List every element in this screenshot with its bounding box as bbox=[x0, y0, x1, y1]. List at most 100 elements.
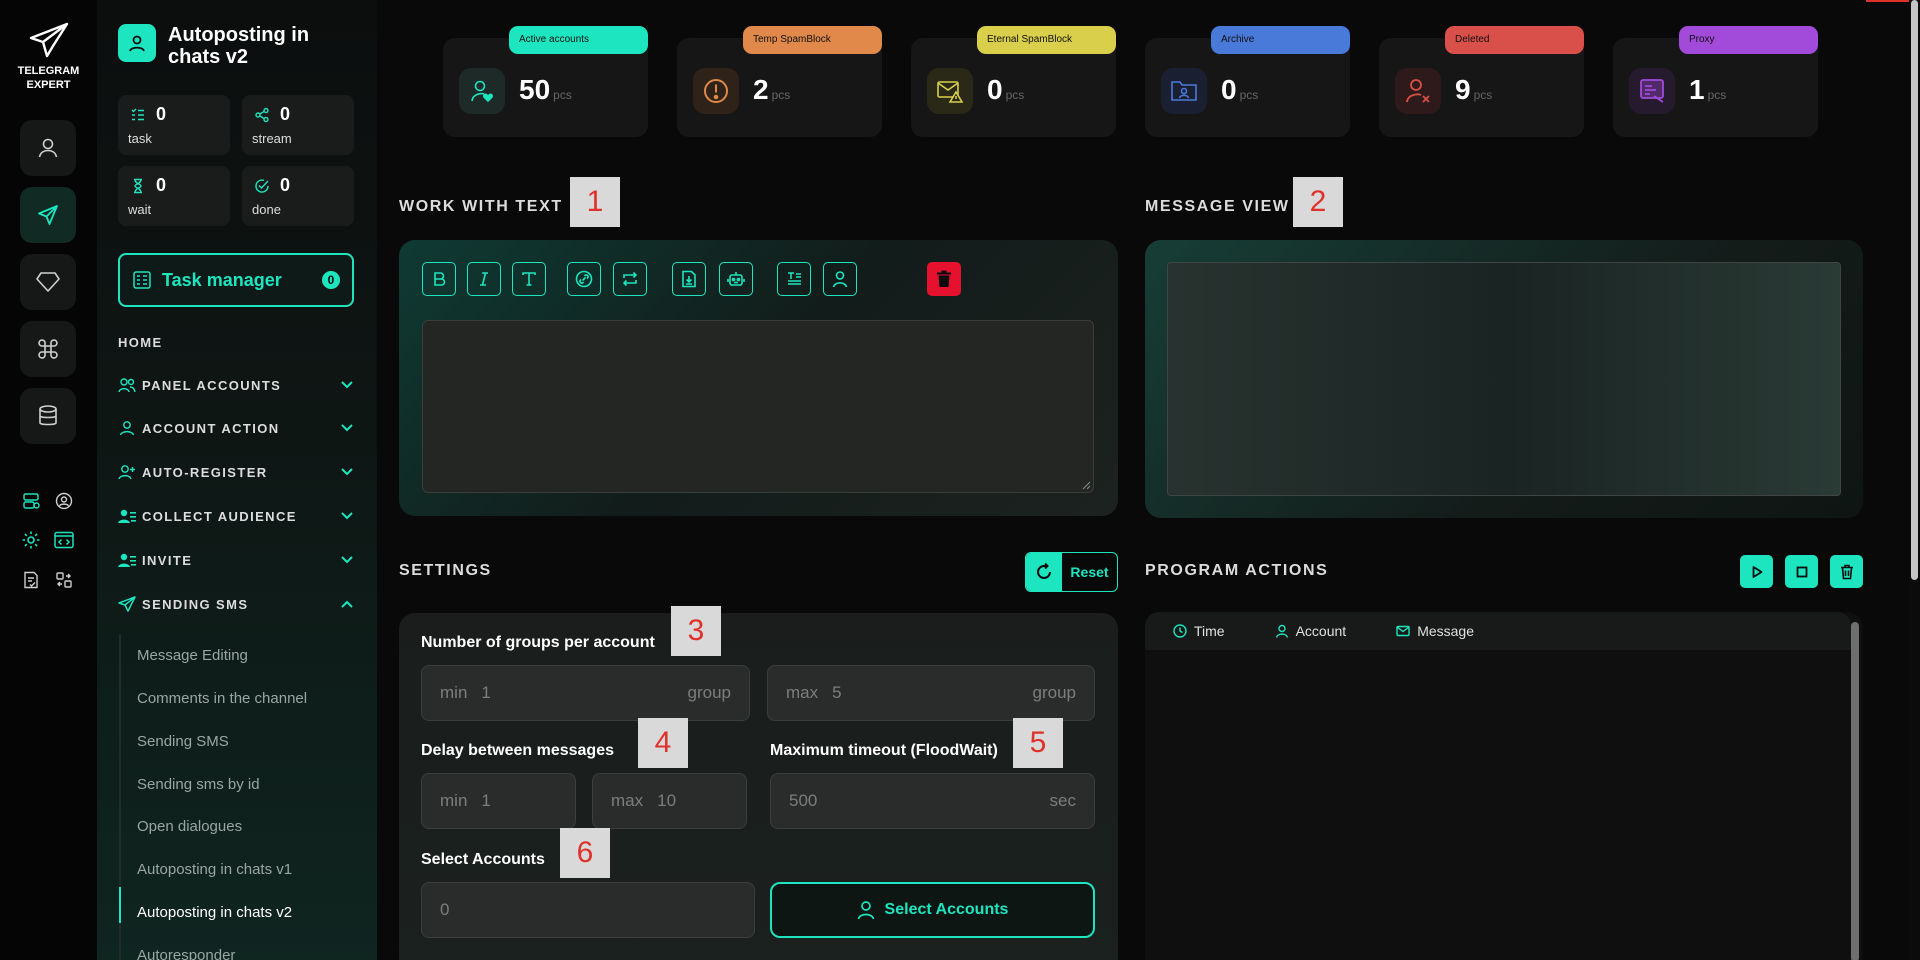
nav-home[interactable]: HOME bbox=[118, 335, 163, 350]
sub-sending-sms-by-id[interactable]: Sending sms by id bbox=[137, 776, 260, 793]
card-deleted-value: 9 pcs bbox=[1455, 74, 1493, 105]
code-window-icon[interactable] bbox=[54, 530, 74, 550]
italic-button[interactable] bbox=[467, 262, 501, 296]
text-style-button[interactable] bbox=[512, 262, 546, 296]
accounts-count-input[interactable]: 0 bbox=[421, 882, 755, 938]
chevron-down-icon bbox=[341, 381, 353, 389]
sub-comments-channel[interactable]: Comments in the channel bbox=[137, 690, 307, 707]
delay-min-value: 1 bbox=[481, 791, 491, 810]
chevron-down-icon bbox=[341, 512, 353, 520]
timeout-input[interactable]: 500 sec bbox=[770, 773, 1095, 829]
stat-task-value: 0 bbox=[156, 104, 167, 124]
chevron-down-icon bbox=[341, 468, 353, 476]
delay-label: Delay between messages bbox=[421, 742, 614, 759]
select-accounts-label: Select Accounts bbox=[421, 851, 545, 868]
page-scrollbar-thumb[interactable] bbox=[1911, 0, 1918, 580]
nav-collect-audience[interactable]: COLLECT AUDIENCE bbox=[118, 506, 354, 526]
program-actions-log: Time Account Message bbox=[1145, 612, 1863, 960]
stop-button[interactable] bbox=[1785, 555, 1818, 588]
groups-min-input[interactable]: min 1 group bbox=[421, 665, 750, 721]
nav-auto-register[interactable]: AUTO-REGISTER bbox=[118, 462, 354, 482]
diamond-icon bbox=[36, 272, 60, 292]
log-column-time[interactable]: Time bbox=[1173, 623, 1225, 639]
server-icon[interactable] bbox=[21, 491, 41, 511]
delay-min-input[interactable]: min 1 bbox=[421, 773, 576, 829]
bold-button[interactable] bbox=[422, 262, 456, 296]
rail-premium-button[interactable] bbox=[20, 254, 76, 310]
resize-handle-icon[interactable] bbox=[1081, 480, 1091, 490]
user-circle-icon[interactable] bbox=[54, 491, 74, 511]
proxy-icon bbox=[1629, 68, 1675, 114]
select-accounts-button[interactable]: Select Accounts bbox=[770, 882, 1095, 938]
sub-sending-sms[interactable]: Sending SMS bbox=[137, 733, 229, 750]
send-icon bbox=[118, 596, 136, 612]
file-import-icon bbox=[682, 270, 696, 288]
rail-database-button[interactable] bbox=[20, 388, 76, 444]
delay-max-prefix: max bbox=[611, 791, 644, 810]
card-active-accounts[interactable]: Active accounts 50 pcs bbox=[443, 26, 648, 137]
clear-log-button[interactable] bbox=[1830, 555, 1863, 588]
sub-message-editing[interactable]: Message Editing bbox=[137, 647, 248, 664]
nav-auto-register-label: AUTO-REGISTER bbox=[142, 464, 268, 480]
sub-open-dialogues[interactable]: Open dialogues bbox=[137, 818, 242, 835]
stat-done-value: 0 bbox=[280, 175, 291, 195]
card-deleted-tag: Deleted bbox=[1445, 26, 1584, 54]
accounts-count-value: 0 bbox=[440, 900, 450, 919]
link-button[interactable] bbox=[567, 262, 601, 296]
card-archive[interactable]: Archive 0 pcs bbox=[1145, 26, 1350, 137]
ai-button[interactable] bbox=[719, 262, 753, 296]
user-x-icon bbox=[1395, 68, 1441, 114]
timeout-value: 500 bbox=[789, 791, 818, 810]
swap-icon[interactable] bbox=[54, 570, 74, 590]
reset-button[interactable]: Reset bbox=[1025, 552, 1118, 592]
message-view-panel bbox=[1145, 240, 1863, 518]
user-icon bbox=[38, 138, 58, 158]
task-manager-button[interactable]: Task manager 0 bbox=[118, 253, 354, 307]
nav-sending-sms[interactable]: SENDING SMS bbox=[118, 594, 354, 614]
rail-commands-button[interactable] bbox=[20, 321, 76, 377]
log-column-message[interactable]: Message bbox=[1396, 623, 1474, 639]
repeat-button[interactable] bbox=[613, 262, 647, 296]
log-scrollbar[interactable] bbox=[1851, 622, 1859, 960]
text-block-button[interactable] bbox=[777, 262, 811, 296]
rail-sending-button[interactable] bbox=[20, 187, 76, 243]
sub-autoresponder[interactable]: Autoresponder bbox=[137, 947, 235, 960]
task-list-icon bbox=[133, 271, 151, 289]
mail-warning-icon bbox=[927, 68, 973, 114]
timeout-unit: sec bbox=[1049, 791, 1076, 810]
paper-plane-logo-icon bbox=[29, 22, 68, 58]
sidebar: Autoposting in chats v2 0 task 0 stream … bbox=[97, 0, 377, 960]
gear-icon[interactable] bbox=[21, 530, 41, 550]
import-file-button[interactable] bbox=[672, 262, 706, 296]
card-deleted[interactable]: Deleted 9 pcs bbox=[1379, 26, 1584, 137]
card-proxy[interactable]: Proxy 1 pcs bbox=[1613, 26, 1818, 137]
delay-max-input[interactable]: max 10 bbox=[592, 773, 747, 829]
insert-user-button[interactable] bbox=[823, 262, 857, 296]
command-icon bbox=[38, 339, 58, 359]
page-scrollbar[interactable] bbox=[1909, 0, 1920, 960]
sub-autoposting-v2[interactable]: Autoposting in chats v2 bbox=[137, 904, 292, 921]
nav-account-action[interactable]: ACCOUNT ACTION bbox=[118, 418, 354, 438]
window-accent-line bbox=[1866, 0, 1912, 2]
start-button[interactable] bbox=[1740, 555, 1773, 588]
reset-label: Reset bbox=[1070, 564, 1109, 580]
stat-stream-label: stream bbox=[252, 131, 292, 146]
message-text-input[interactable] bbox=[422, 320, 1094, 493]
clear-text-button[interactable] bbox=[927, 262, 961, 296]
sub-autoposting-v1[interactable]: Autoposting in chats v1 bbox=[137, 861, 292, 878]
nav-panel-accounts[interactable]: PANEL ACCOUNTS bbox=[118, 375, 354, 395]
stat-wait-value: 0 bbox=[156, 175, 167, 195]
card-archive-value: 0 pcs bbox=[1221, 74, 1259, 105]
card-active-accounts-tag: Active accounts bbox=[509, 26, 648, 54]
log-column-account[interactable]: Account bbox=[1275, 623, 1346, 639]
card-temp-spamblock[interactable]: Temp SpamBlock 2 pcs bbox=[677, 26, 882, 137]
groups-max-input[interactable]: max 5 group bbox=[767, 665, 1095, 721]
rail-accounts-button[interactable] bbox=[20, 120, 76, 176]
document-check-icon[interactable] bbox=[21, 570, 41, 590]
nav-invite[interactable]: INVITE bbox=[118, 550, 354, 570]
groups-max-unit: group bbox=[1032, 683, 1076, 702]
app-logo[interactable]: TELEGRAM EXPERT bbox=[0, 22, 97, 92]
sidebar-header: Autoposting in chats v2 bbox=[118, 24, 328, 68]
card-eternal-spamblock[interactable]: Eternal SpamBlock 0 pcs bbox=[911, 26, 1116, 137]
marker-2: 2 bbox=[1293, 177, 1343, 227]
